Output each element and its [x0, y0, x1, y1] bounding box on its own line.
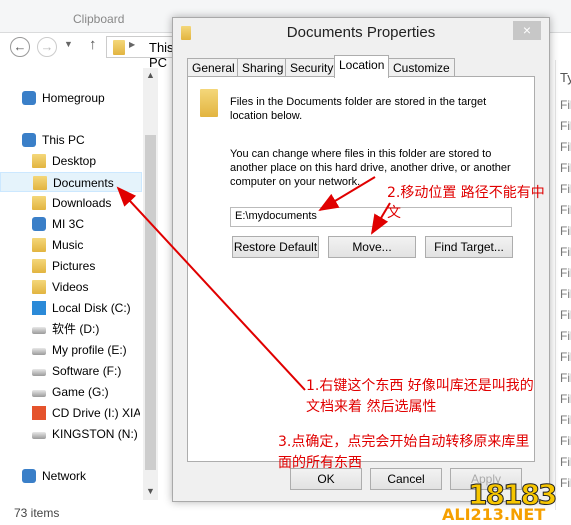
annotation-1: 1.右键这个东西 好像叫库还是叫我的 [306, 378, 534, 394]
watermark-site: ALI213.NET [442, 505, 546, 524]
annotation-3-cont: 面的所有东西 [278, 455, 362, 471]
annotation-3: 3.点确定，点完会开始自动转移原来库里 [278, 434, 530, 450]
annotation-2-cont: 文 [387, 205, 401, 221]
tab-location[interactable]: Location [334, 55, 390, 78]
annotation-1-cont: 文档来着 然后选属性 [306, 399, 437, 415]
annotation-2: 2.移动位置 路径不能有中 [387, 185, 545, 201]
arrow-to-documents [116, 186, 306, 391]
arrow-to-path [318, 176, 376, 212]
